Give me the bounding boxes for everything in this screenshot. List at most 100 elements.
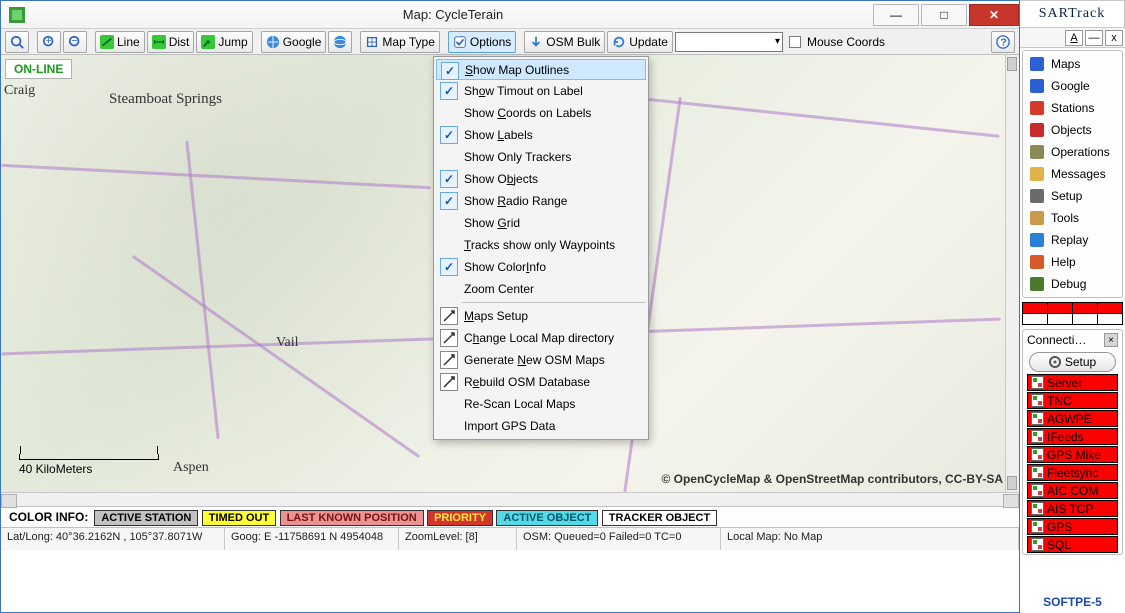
connection-label: TNC <box>1047 394 1072 408</box>
tool-icon <box>440 351 458 369</box>
nav-item[interactable]: Stations <box>1025 97 1120 119</box>
sartrack-close[interactable]: x <box>1105 30 1123 46</box>
statusbar: Lat/Long: 40°36.2162N , 105°37.8071W Goo… <box>1 528 1019 550</box>
maximize-button[interactable]: □ <box>921 4 967 26</box>
menu-item[interactable]: Rebuild OSM Database <box>436 371 646 393</box>
menu-item[interactable]: ✓Show Objects <box>436 168 646 190</box>
tool-maptype[interactable]: Map Type <box>360 31 439 53</box>
nav-item[interactable]: Tools <box>1025 207 1120 229</box>
menu-item[interactable]: Show Grid <box>436 212 646 234</box>
menu-item-label: Show Labels <box>464 128 533 142</box>
connection-item[interactable]: Server <box>1027 374 1118 391</box>
tool-globe[interactable] <box>328 31 352 53</box>
connection-item[interactable]: IFeeds <box>1027 428 1118 445</box>
tool-google[interactable]: Google <box>261 31 327 53</box>
plug-icon <box>1031 484 1044 497</box>
connections-setup-button[interactable]: Setup <box>1029 352 1116 372</box>
color-info-label: COLOR INFO: <box>9 510 88 524</box>
connection-item[interactable]: AGWPE <box>1027 410 1118 427</box>
menu-item[interactable]: ✓Show ColorInfo <box>436 256 646 278</box>
connection-item[interactable]: AIS TCP <box>1027 500 1118 517</box>
tool-zoom-fit[interactable] <box>5 31 29 53</box>
menu-item[interactable]: ✓ Show Labels <box>436 124 646 146</box>
menu-item-label: Change Local Map directory <box>464 331 614 345</box>
nav-item[interactable]: Replay <box>1025 229 1120 251</box>
tool-zoom-out[interactable]: − <box>63 31 87 53</box>
menu-item-label: Show Objects <box>464 172 538 186</box>
sartrack-btn-a[interactable]: A <box>1065 30 1083 46</box>
nav-item[interactable]: Debug <box>1025 273 1120 295</box>
nav-item[interactable]: Operations <box>1025 141 1120 163</box>
mousecoords-checkbox[interactable] <box>789 36 801 48</box>
menu-item-label: Show Coords on Labels <box>464 106 591 120</box>
menu-item[interactable]: Zoom Center <box>436 278 646 300</box>
menu-item[interactable]: Show Coords on Labels <box>436 102 646 124</box>
nav-item[interactable]: Objects <box>1025 119 1120 141</box>
minimize-button[interactable]: — <box>873 4 919 26</box>
connection-item[interactable]: GPS <box>1027 518 1118 535</box>
sartrack-minimize[interactable]: — <box>1085 30 1103 46</box>
scroll-up-arrow[interactable] <box>1007 57 1017 71</box>
nav-icon <box>1029 276 1045 292</box>
sartrack-window-controls: A — x <box>1020 28 1125 48</box>
tool-zoom-in[interactable]: + <box>37 31 61 53</box>
nav-icon <box>1029 100 1045 116</box>
check-icon: ✓ <box>440 126 458 144</box>
color-chip: TIMED OUT <box>202 510 277 526</box>
connections-close[interactable]: × <box>1104 333 1118 347</box>
menu-item-label: Tracks show only Waypoints <box>464 238 615 252</box>
check-icon: ✓ <box>441 62 459 80</box>
toolbar-combo[interactable]: ▾ <box>675 32 783 52</box>
close-button[interactable]: ✕ <box>969 4 1019 26</box>
menu-item[interactable]: Re-Scan Local Maps <box>436 393 646 415</box>
svg-text:+: + <box>46 35 52 47</box>
scroll-down-arrow[interactable] <box>1007 476 1017 490</box>
map-window: Map: CycleTerain — □ ✕ + − Line Dist Jum… <box>0 0 1020 613</box>
connection-item[interactable]: Fleetsync <box>1027 464 1118 481</box>
map-vscrollbar[interactable] <box>1005 55 1019 492</box>
connections-panel: Connecti… × Setup ServerTNCAGWPEIFeedsGP… <box>1022 329 1123 555</box>
tool-jump[interactable]: Jump <box>196 31 252 53</box>
menu-item[interactable]: Show Only Trackers <box>436 146 646 168</box>
plug-icon <box>1031 466 1044 479</box>
tool-icon <box>440 329 458 347</box>
menu-item[interactable]: ✓Show Timout on Label <box>436 80 646 102</box>
menu-item[interactable]: Change Local Map directory <box>436 327 646 349</box>
connection-item[interactable]: TNC <box>1027 392 1118 409</box>
nav-item[interactable]: Setup <box>1025 185 1120 207</box>
nav-icon <box>1029 122 1045 138</box>
tool-options[interactable]: Options <box>448 31 516 53</box>
nav-item[interactable]: Google <box>1025 75 1120 97</box>
tool-update[interactable]: Update <box>607 31 673 53</box>
chevron-down-icon: ▾ <box>775 36 780 47</box>
nav-item[interactable]: Messages <box>1025 163 1120 185</box>
menu-item[interactable]: ✓Show Radio Range <box>436 190 646 212</box>
color-chip: ACTIVE STATION <box>94 510 198 526</box>
svg-text:−: − <box>72 35 78 47</box>
nav-item[interactable]: Help <box>1025 251 1120 273</box>
menu-item-label: Show Radio Range <box>464 194 567 208</box>
nav-label: Stations <box>1051 101 1094 115</box>
nav-label: Objects <box>1051 123 1092 137</box>
map-town-label: Aspen <box>173 460 209 476</box>
menu-item[interactable]: Tracks show only Waypoints <box>436 234 646 256</box>
menu-item[interactable]: Generate New OSM Maps <box>436 349 646 371</box>
map-hscrollbar[interactable] <box>1 492 1019 506</box>
tool-dist[interactable]: Dist <box>147 31 195 53</box>
nav-label: Replay <box>1051 233 1088 247</box>
plug-icon <box>1031 394 1044 407</box>
options-menu: ✓Show Map Outlines✓Show Timout on Label S… <box>433 56 649 440</box>
status-osm: OSM: Queued=0 Failed=0 TC=0 <box>517 528 721 550</box>
tool-line[interactable]: Line <box>95 31 145 53</box>
menu-item-label: Import GPS Data <box>464 419 555 433</box>
menu-item[interactable]: ✓Show Map Outlines <box>436 59 646 80</box>
connection-item[interactable]: AIC COM <box>1027 482 1118 499</box>
connection-label: SQL <box>1047 538 1071 552</box>
menu-item[interactable]: Import GPS Data <box>436 415 646 437</box>
connection-item[interactable]: SQL <box>1027 536 1118 553</box>
tool-help[interactable]: ? <box>991 31 1015 53</box>
nav-item[interactable]: Maps <box>1025 53 1120 75</box>
menu-item[interactable]: Maps Setup <box>436 305 646 327</box>
tool-osmbulk[interactable]: OSM Bulk <box>524 31 605 53</box>
connection-item[interactable]: GPS Mike <box>1027 446 1118 463</box>
